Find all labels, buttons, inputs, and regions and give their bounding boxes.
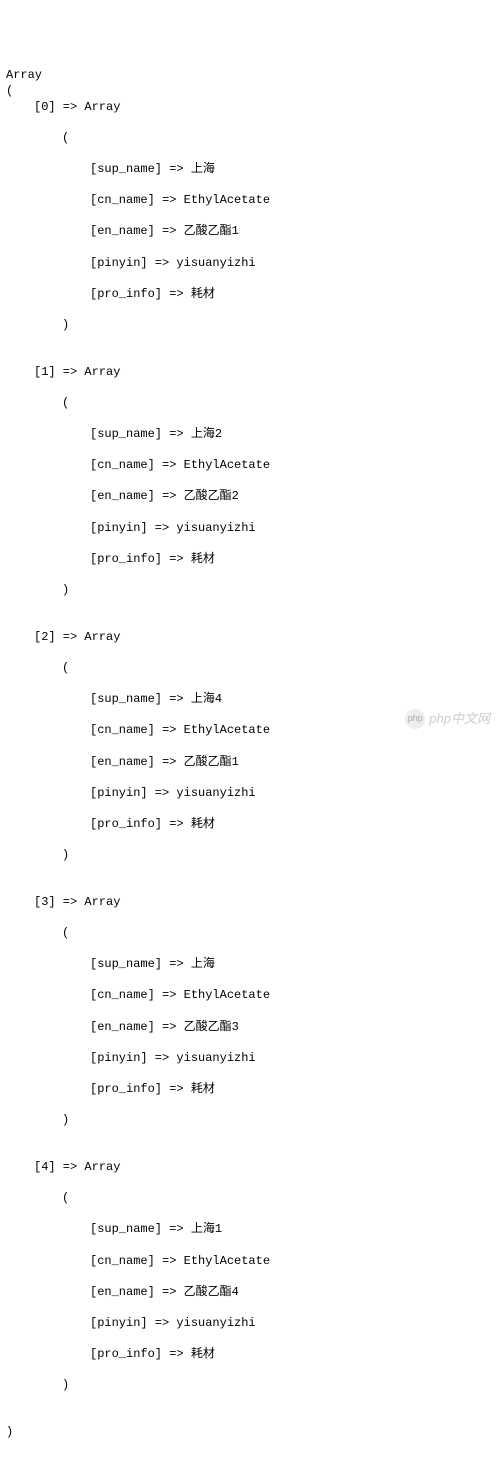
array-index-row: [4] => Array [6,1160,494,1176]
array-index-row: [0] => Array [6,100,494,116]
open-paren: ( [6,84,13,98]
watermark-text: php中文网 [429,711,490,728]
open-paren: ( [6,1191,494,1207]
open-paren: ( [6,396,494,412]
array-index-row: [1] => Array [6,365,494,381]
field-row: [pinyin] => yisuanyizhi [6,786,494,802]
field-row: [cn_name] => EthylAcetate [6,458,494,474]
field-row: [sup_name] => 上海 [6,957,494,973]
field-row: [en_name] => 乙酸乙酯2 [6,489,494,505]
close-paren: ) [6,1113,494,1129]
field-row: [sup_name] => 上海 [6,162,494,178]
field-row: [pro_info] => 耗材 [6,1347,494,1363]
field-row: [pro_info] => 耗材 [6,552,494,568]
open-paren: ( [6,661,494,677]
array-header: Array [6,68,42,82]
field-row: [en_name] => 乙酸乙酯1 [6,755,494,771]
field-row: [sup_name] => 上海4 [6,692,494,708]
field-row: [en_name] => 乙酸乙酯4 [6,1285,494,1301]
field-row: [pinyin] => yisuanyizhi [6,1316,494,1332]
field-row: [cn_name] => EthylAcetate [6,1254,494,1270]
field-row: [cn_name] => EthylAcetate [6,988,494,1004]
field-row: [sup_name] => 上海1 [6,1222,494,1238]
field-row: [cn_name] => EthylAcetate [6,193,494,209]
close-paren: ) [6,1425,13,1439]
field-row: [pinyin] => yisuanyizhi [6,521,494,537]
field-row: [pinyin] => yisuanyizhi [6,1051,494,1067]
open-paren: ( [6,926,494,942]
close-paren: ) [6,1378,494,1394]
close-paren: ) [6,848,494,864]
close-paren: ) [6,318,494,334]
close-paren: ) [6,583,494,599]
field-row: [pinyin] => yisuanyizhi [6,256,494,272]
field-row: [pro_info] => 耗材 [6,817,494,833]
open-paren: ( [6,131,494,147]
field-row: [pro_info] => 耗材 [6,287,494,303]
array-index-row: [2] => Array [6,630,494,646]
field-row: [en_name] => 乙酸乙酯3 [6,1020,494,1036]
php-array-dump: Array ( [0] => Array ( [sup_name] => 上海 … [6,68,494,1440]
field-row: [en_name] => 乙酸乙酯1 [6,224,494,240]
watermark: php php中文网 [405,709,490,729]
php-logo-icon: php [405,709,425,729]
array-index-row: [3] => Array [6,895,494,911]
field-row: [sup_name] => 上海2 [6,427,494,443]
field-row: [pro_info] => 耗材 [6,1082,494,1098]
